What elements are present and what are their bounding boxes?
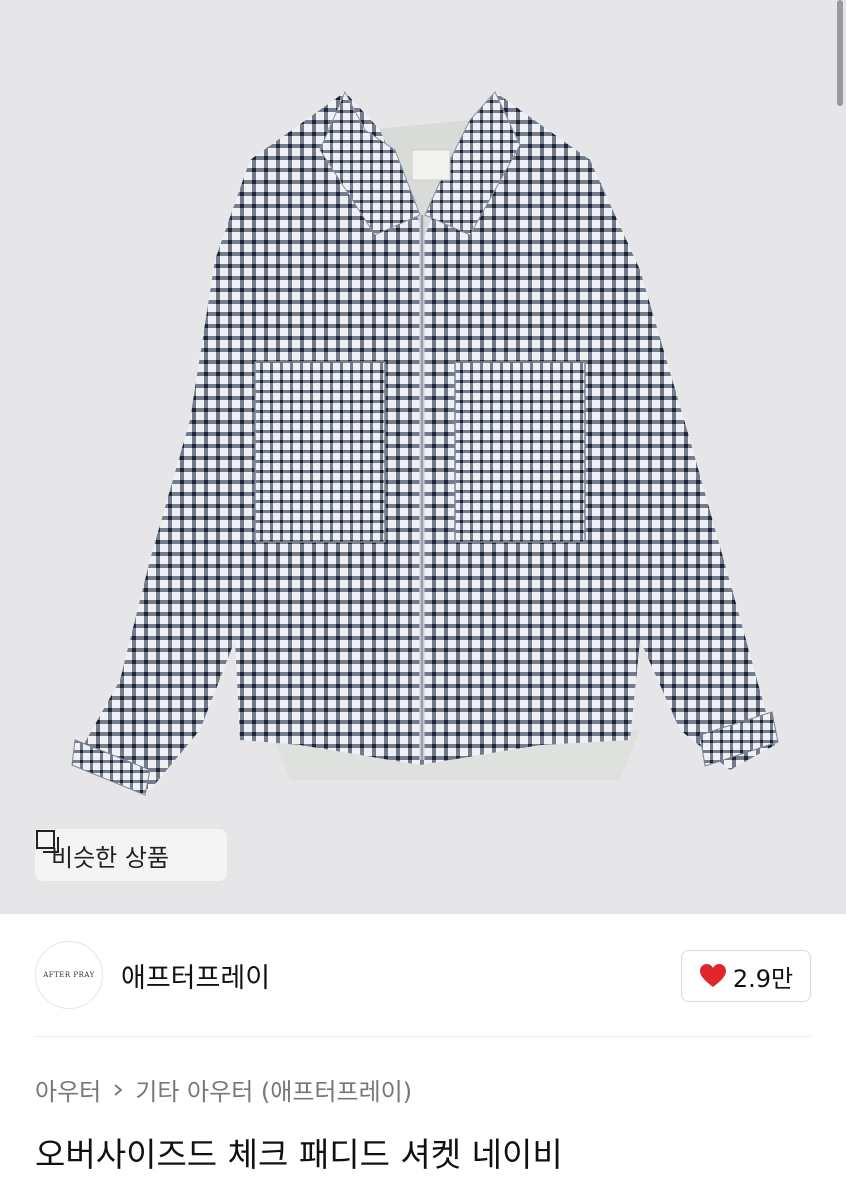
brand-name[interactable]: 애프터프레이	[121, 956, 270, 995]
brand-logo[interactable]: AFTER PRAY	[35, 941, 103, 1009]
scrollbar[interactable]	[837, 0, 843, 106]
divider	[35, 1036, 811, 1037]
like-button[interactable]: 2.9만	[681, 950, 811, 1002]
like-count: 2.9만	[732, 964, 794, 993]
similar-products-button[interactable]: 비슷한 상품	[35, 829, 227, 881]
jacket-illustration	[71, 90, 779, 796]
product-image[interactable]: 비슷한 상품	[0, 0, 846, 914]
similar-products-label: 비슷한 상품	[51, 843, 170, 872]
chevron-right-icon	[114, 1083, 123, 1096]
brand-row: AFTER PRAY 애프터프레이 2.9만	[35, 940, 811, 1010]
product-title: 오버사이즈드 체크 패디드 셔켓 네이비	[35, 1135, 563, 1174]
breadcrumb-subcategory[interactable]: 기타 아우터 (애프터프레이)	[135, 1072, 412, 1107]
brand-logo-text: AFTER PRAY	[43, 971, 95, 979]
breadcrumb-category[interactable]: 아우터	[35, 1072, 101, 1107]
similar-items-icon	[36, 830, 59, 853]
breadcrumb: 아우터 기타 아우터 (애프터프레이)	[35, 1072, 412, 1107]
heart-icon	[699, 964, 726, 987]
